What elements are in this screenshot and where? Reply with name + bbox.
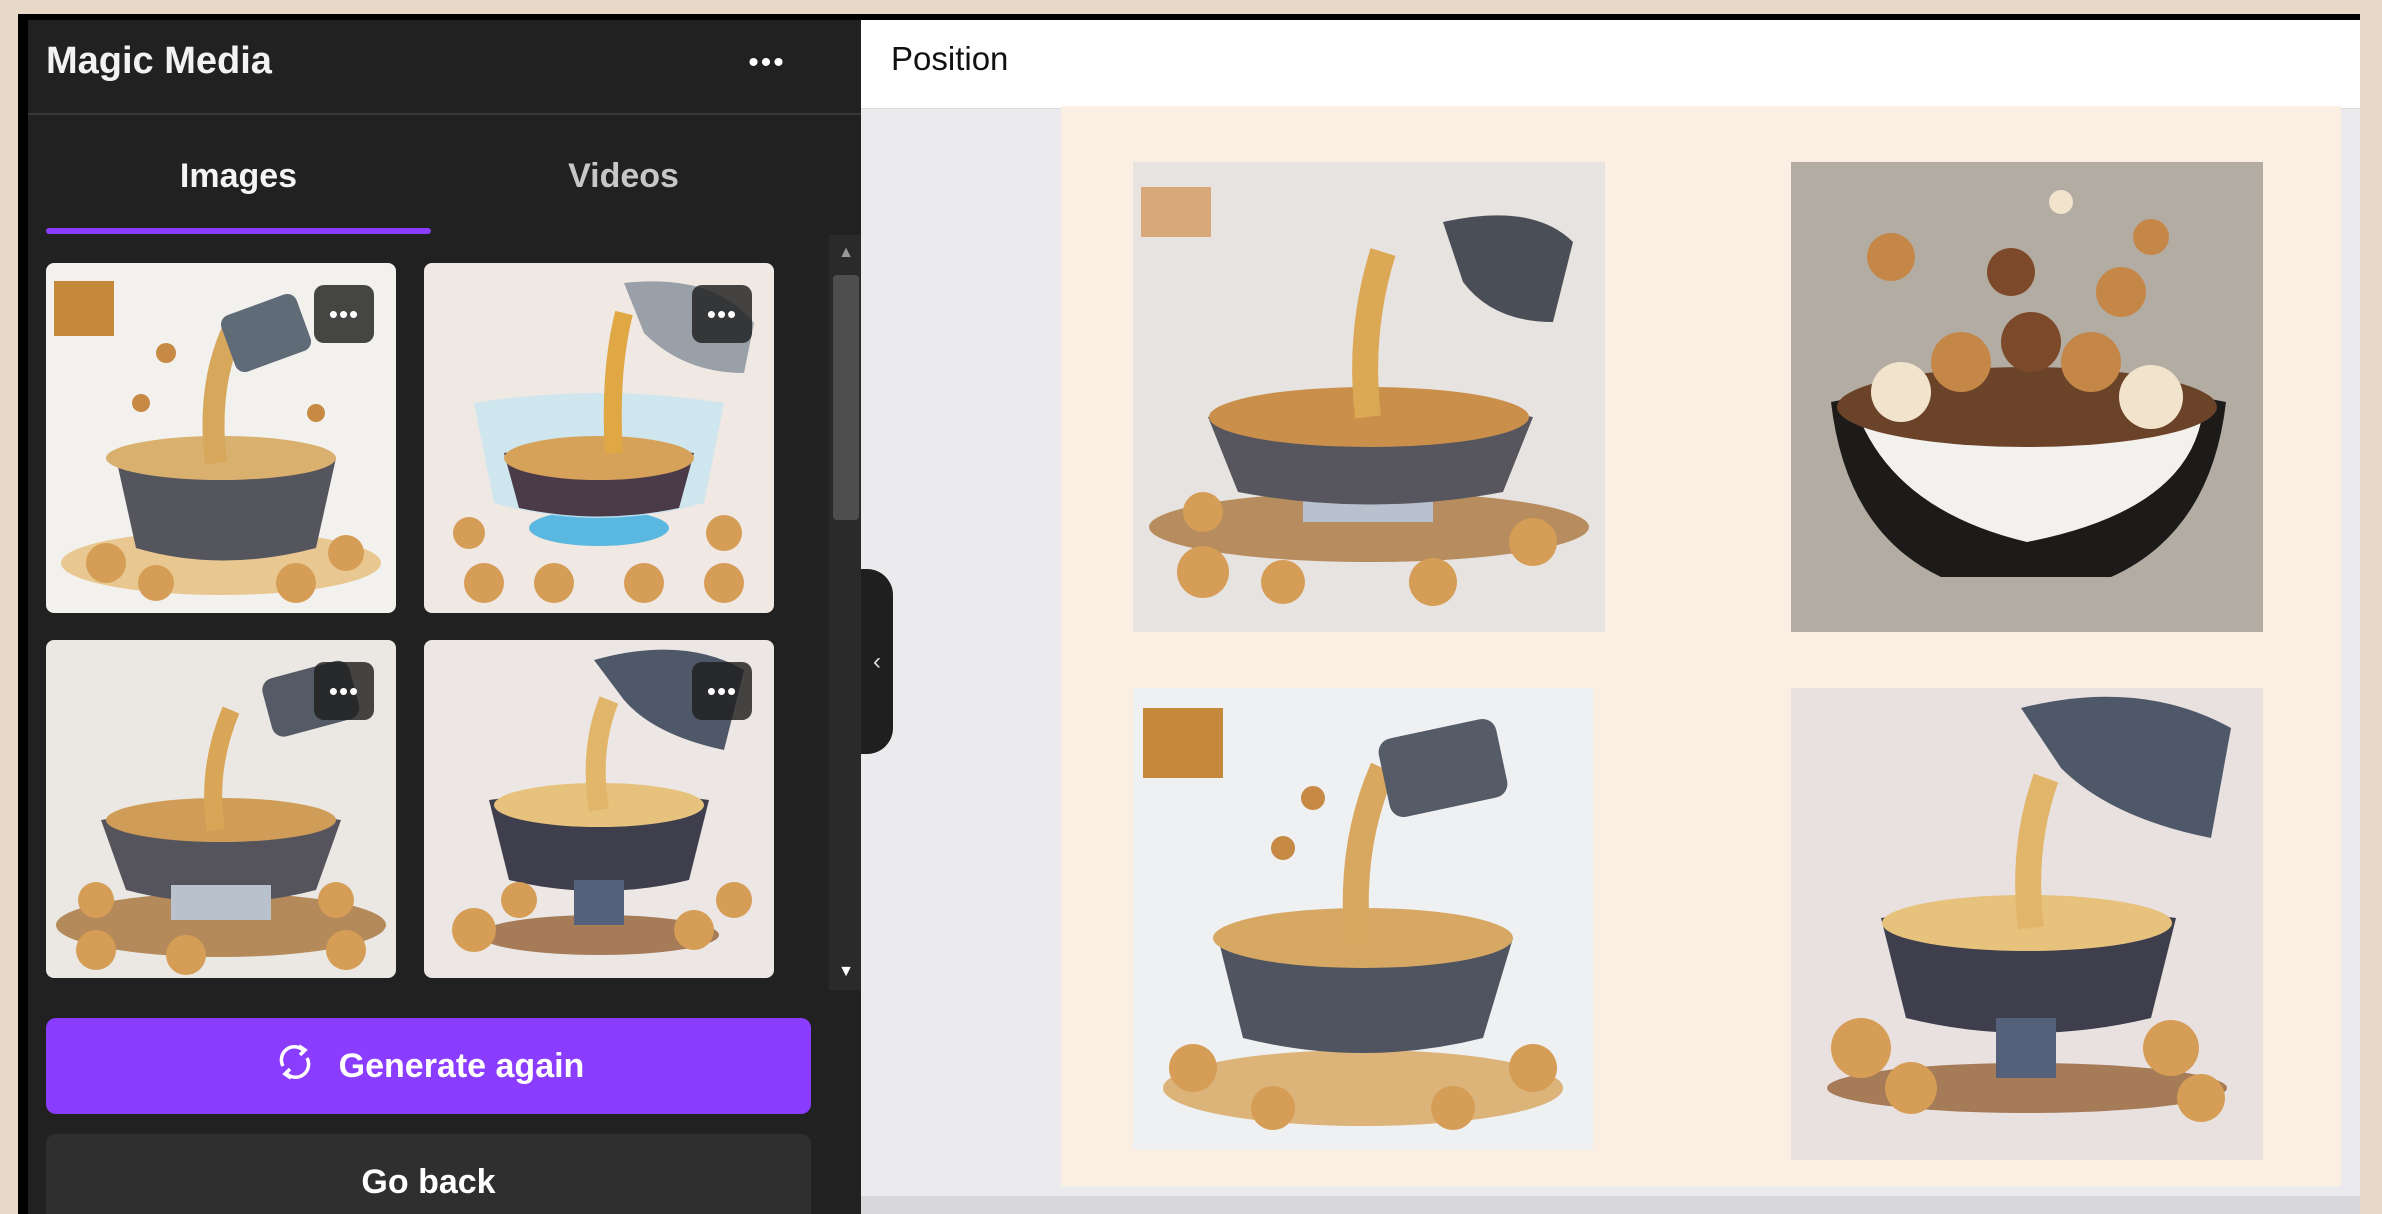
panel-scrollbar[interactable]: ▲ ▼	[829, 235, 863, 990]
canvas-image-4[interactable]	[1791, 688, 2263, 1160]
generated-images-grid: ••• ••• ••• •••	[46, 263, 806, 998]
cookie-dough-illustration	[1791, 162, 2263, 632]
more-options-button[interactable]: •••	[734, 38, 800, 88]
position-button[interactable]: Position	[891, 34, 1008, 84]
panel-title: Magic Media	[46, 40, 272, 82]
generate-again-button[interactable]: Generate again	[46, 1018, 811, 1114]
design-canvas[interactable]	[1061, 106, 2341, 1186]
editor-bottom-bar	[861, 1196, 2360, 1214]
cookie-dough-illustration	[1791, 688, 2263, 1160]
active-tab-indicator	[46, 228, 431, 234]
scroll-down-arrow-icon[interactable]: ▼	[829, 958, 863, 986]
more-horizontal-icon: •••	[328, 675, 360, 706]
magic-media-panel: Magic Media ••• Images Videos ••• ••• ••…	[28, 20, 863, 1214]
image-2-more-button[interactable]: •••	[692, 285, 752, 343]
editor-area: Position	[861, 20, 2360, 1214]
more-horizontal-icon: •••	[706, 298, 738, 329]
more-horizontal-icon: •••	[706, 675, 738, 706]
go-back-button[interactable]: Go back	[46, 1134, 811, 1214]
generated-image-4[interactable]: •••	[424, 640, 774, 978]
collapse-panel-button[interactable]: ‹	[861, 569, 893, 754]
refresh-icon	[273, 1040, 317, 1093]
tab-images[interactable]: Images	[46, 116, 431, 236]
app-frame: Magic Media ••• Images Videos ••• ••• ••…	[18, 14, 2360, 1214]
image-4-more-button[interactable]: •••	[692, 662, 752, 720]
go-back-label: Go back	[361, 1162, 496, 1201]
tab-videos-label: Videos	[568, 156, 679, 195]
image-1-more-button[interactable]: •••	[314, 285, 374, 343]
cookie-dough-illustration	[1133, 162, 1605, 632]
more-horizontal-icon: •••	[328, 298, 360, 329]
generated-image-2[interactable]: •••	[424, 263, 774, 613]
more-horizontal-icon: •••	[748, 46, 786, 79]
generated-image-1[interactable]: •••	[46, 263, 396, 613]
media-tabs: Images Videos	[46, 116, 816, 240]
editor-toolbar: Position	[861, 20, 2360, 109]
generated-image-3[interactable]: •••	[46, 640, 396, 978]
canvas-image-3[interactable]	[1133, 688, 1593, 1150]
scroll-thumb[interactable]	[833, 275, 859, 520]
tab-images-label: Images	[179, 156, 298, 195]
panel-header: Magic Media •••	[28, 20, 861, 115]
canvas-image-2[interactable]	[1791, 162, 2263, 632]
position-label: Position	[891, 40, 1009, 77]
tab-videos[interactable]: Videos	[431, 116, 816, 236]
image-3-more-button[interactable]: •••	[314, 662, 374, 720]
scroll-up-arrow-icon[interactable]: ▲	[829, 239, 863, 267]
cookie-dough-illustration	[1133, 688, 1593, 1150]
generate-again-label: Generate again	[338, 1046, 585, 1085]
canvas-image-1[interactable]	[1133, 162, 1605, 632]
chevron-left-icon: ‹	[873, 647, 881, 675]
